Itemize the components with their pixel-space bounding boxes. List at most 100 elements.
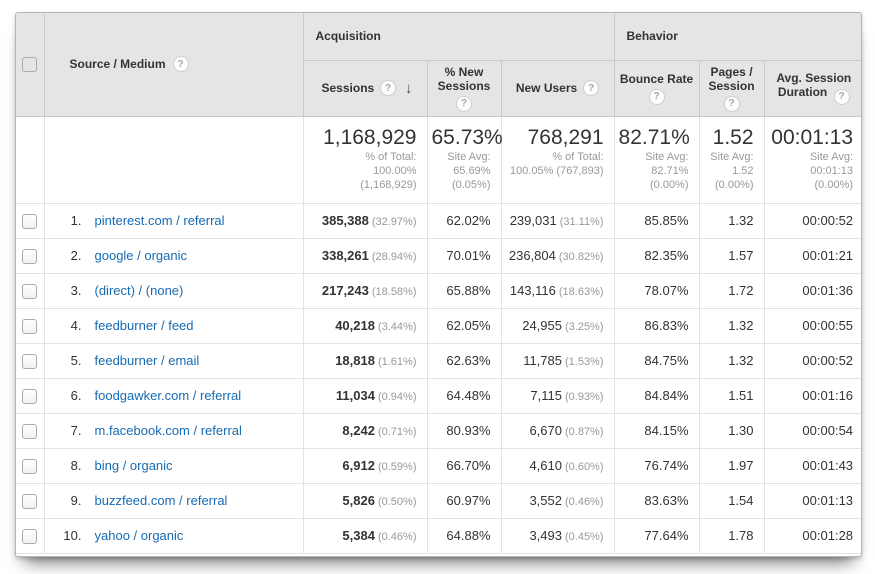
new-users-cell: 236,804(30.82%) [501, 238, 614, 273]
avg-session-duration-label: Avg. Session Duration ? [776, 71, 851, 99]
column-header-avg-session-duration[interactable]: Avg. Session Duration ? [764, 60, 862, 116]
column-header-source-medium[interactable]: Source / Medium ? [44, 13, 303, 116]
avg-duration-value: 00:00:54 [802, 423, 853, 438]
row-checkbox[interactable] [22, 459, 37, 474]
source-medium-link[interactable]: bing / organic [95, 458, 173, 473]
acquisition-label: Acquisition [316, 29, 381, 43]
bounce-rate-value: 84.75% [644, 353, 688, 368]
column-header-bounce-rate[interactable]: Bounce Rate ? [614, 60, 699, 116]
avg-duration-cell: 00:01:43 [764, 448, 862, 483]
row-number: 3. [45, 283, 82, 298]
summary-subtext: 65.69% [432, 164, 491, 178]
sessions-value: 6,912 [342, 458, 375, 473]
sort-desc-icon[interactable]: ↓ [405, 80, 413, 97]
summary-empty-cell [16, 116, 44, 203]
row-number: 10. [45, 528, 82, 543]
row-checkbox-cell [16, 308, 44, 343]
bounce-rate-cell: 77.64% [614, 518, 699, 553]
help-icon[interactable]: ? [456, 96, 472, 112]
help-icon[interactable]: ? [583, 80, 599, 96]
new-sessions-label: % NewSessions [438, 65, 491, 93]
new-sessions-cell: 66.70% [427, 448, 501, 483]
new-users-percent: (0.45%) [565, 531, 604, 543]
new-sessions-value: 62.05% [446, 318, 490, 333]
column-header-sessions[interactable]: Sessions ? ↓ [303, 60, 427, 116]
row-checkbox-cell [16, 203, 44, 238]
source-medium-link[interactable]: (direct) / (none) [95, 283, 184, 298]
table-row: 7.m.facebook.com / referral 8,242(0.71%)… [16, 413, 862, 448]
new-sessions-cell: 60.97% [427, 483, 501, 518]
row-checkbox[interactable] [22, 214, 37, 229]
sessions-cell: 11,034(0.94%) [303, 378, 427, 413]
new-users-cell: 11,785(1.53%) [501, 343, 614, 378]
sessions-percent: (1.61%) [378, 356, 417, 368]
column-header-new-sessions[interactable]: % NewSessions ? [427, 60, 501, 116]
row-checkbox-cell [16, 238, 44, 273]
row-checkbox[interactable] [22, 424, 37, 439]
section-header-behavior: Behavior [614, 13, 862, 60]
sessions-value: 5,384 [342, 528, 375, 543]
column-header-pages-session[interactable]: Pages /Session ? [699, 60, 764, 116]
table-row: 5.feedburner / email 18,818(1.61%) 62.63… [16, 343, 862, 378]
source-medium-link[interactable]: feedburner / feed [95, 318, 194, 333]
row-checkbox[interactable] [22, 529, 37, 544]
source-medium-link[interactable]: feedburner / email [95, 353, 200, 368]
pages-session-cell: 1.97 [699, 448, 764, 483]
new-users-cell: 7,115(0.93%) [501, 378, 614, 413]
source-medium-link[interactable]: google / organic [95, 248, 188, 263]
new-sessions-cell: 80.93% [427, 413, 501, 448]
source-medium-link[interactable]: buzzfeed.com / referral [95, 493, 228, 508]
new-users-value: 236,804 [509, 248, 556, 263]
sessions-cell: 8,242(0.71%) [303, 413, 427, 448]
row-checkbox[interactable] [22, 389, 37, 404]
source-medium-link[interactable]: pinterest.com / referral [95, 213, 225, 228]
row-checkbox[interactable] [22, 494, 37, 509]
new-users-percent: (0.46%) [565, 496, 604, 508]
summary-new-sessions: 65.73%Site Avg:65.69%(0.05%) [427, 116, 501, 203]
help-icon[interactable]: ? [649, 89, 665, 105]
sessions-value: 217,243 [322, 283, 369, 298]
pages-session-cell: 1.57 [699, 238, 764, 273]
table-row: 3.(direct) / (none) 217,243(18.58%) 65.8… [16, 273, 862, 308]
table-row: 6.foodgawker.com / referral 11,034(0.94%… [16, 378, 862, 413]
column-header-new-users[interactable]: New Users ? [501, 60, 614, 116]
table-row: 8.bing / organic 6,912(0.59%) 66.70% 4,6… [16, 448, 862, 483]
summary-subtext: (0.00%) [769, 178, 854, 192]
new-sessions-value: 64.48% [446, 388, 490, 403]
bounce-rate-value: 84.84% [644, 388, 688, 403]
table-row: 2.google / organic 338,261(28.94%) 70.01… [16, 238, 862, 273]
source-medium-link[interactable]: m.facebook.com / referral [95, 423, 242, 438]
pages-session-cell: 1.32 [699, 203, 764, 238]
new-sessions-value: 66.70% [446, 458, 490, 473]
bounce-rate-value: 77.64% [644, 528, 688, 543]
source-medium-link[interactable]: yahoo / organic [95, 528, 184, 543]
sessions-cell: 5,826(0.50%) [303, 483, 427, 518]
help-icon[interactable]: ? [380, 80, 396, 96]
help-icon[interactable]: ? [724, 96, 740, 112]
summary-subtext: (1,168,929) [308, 178, 417, 192]
summary-value: 1.52 [704, 126, 754, 150]
new-users-percent: (30.82%) [559, 251, 604, 263]
row-checkbox-cell [16, 483, 44, 518]
help-icon[interactable]: ? [173, 56, 189, 72]
new-users-percent: (0.87%) [565, 426, 604, 438]
select-all-header-cell [16, 13, 44, 116]
bounce-rate-cell: 84.84% [614, 378, 699, 413]
row-checkbox[interactable] [22, 319, 37, 334]
source-medium-link[interactable]: foodgawker.com / referral [95, 388, 242, 403]
new-sessions-value: 65.88% [446, 283, 490, 298]
row-checkbox[interactable] [22, 354, 37, 369]
sessions-percent: (0.59%) [378, 461, 417, 473]
new-users-cell: 143,116(18.63%) [501, 273, 614, 308]
sessions-value: 5,826 [342, 493, 375, 508]
help-icon[interactable]: ? [834, 89, 850, 105]
source-medium-label: Source / Medium [70, 57, 166, 71]
avg-duration-cell: 00:01:13 [764, 483, 862, 518]
select-all-checkbox[interactable] [22, 57, 37, 72]
sessions-percent: (0.50%) [378, 496, 417, 508]
sessions-cell: 385,388(32.97%) [303, 203, 427, 238]
row-checkbox[interactable] [22, 249, 37, 264]
row-checkbox[interactable] [22, 284, 37, 299]
new-sessions-cell: 62.05% [427, 308, 501, 343]
bounce-rate-value: 76.74% [644, 458, 688, 473]
